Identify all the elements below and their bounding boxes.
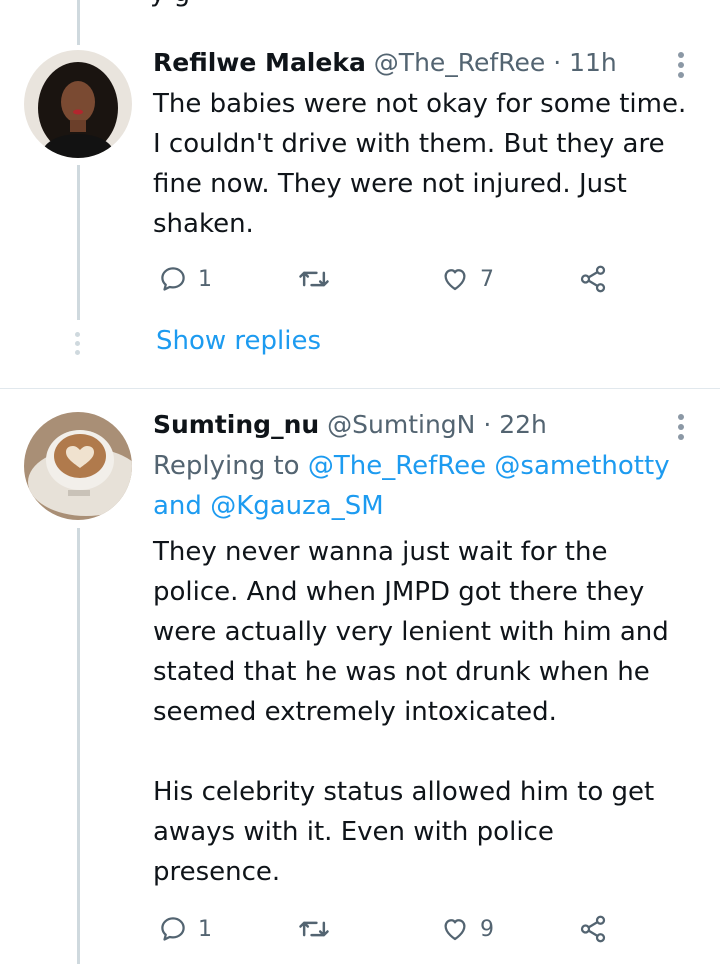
text-line: were actually very lenient with him and: [153, 617, 669, 647]
share-button[interactable]: [578, 264, 608, 294]
avatar[interactable]: [24, 50, 132, 158]
reply-button[interactable]: 1: [158, 264, 212, 294]
thread-line: [77, 528, 80, 964]
avatar[interactable]: [24, 412, 132, 520]
timestamp[interactable]: · 11h: [553, 48, 617, 77]
display-name[interactable]: Refilwe Maleka: [153, 48, 366, 77]
text-line: The babies were not okay for some time.: [153, 89, 687, 119]
handle[interactable]: @The_RefRee: [374, 48, 545, 77]
reply-button[interactable]: 1: [158, 914, 212, 944]
heart-icon: [444, 269, 466, 291]
show-replies-link[interactable]: Show replies: [156, 326, 321, 356]
mention-link[interactable]: @The_RefRee: [308, 451, 486, 481]
reply-icon: [161, 267, 185, 291]
clipped-previous-text: y g: [150, 0, 190, 8]
reply-count: 1: [198, 916, 212, 942]
like-count: 9: [480, 916, 494, 942]
share-icon: [580, 915, 606, 943]
thread-gap-dots: [73, 332, 81, 359]
mention-link[interactable]: @Kgauza_SM: [210, 491, 383, 521]
text-line: presence.: [153, 857, 281, 887]
timestamp[interactable]: · 22h: [483, 410, 547, 439]
text-line: I couldn't drive with them. But they are: [153, 129, 665, 159]
display-name[interactable]: Sumting_nu: [153, 410, 319, 439]
thread-line: [77, 0, 80, 45]
share-button[interactable]: [578, 914, 608, 944]
tweet-header: Sumting_nu @SumtingN · 22h: [153, 410, 547, 440]
mention-link[interactable]: @samethotty: [494, 451, 669, 481]
replying-label: Replying to: [153, 451, 300, 481]
text-line: His celebrity status allowed him to get: [153, 777, 655, 807]
reply-icon: [161, 917, 185, 941]
text-line: shaken.: [153, 209, 254, 239]
more-options-icon[interactable]: [676, 52, 686, 82]
like-count: 7: [480, 266, 494, 292]
text-line: They never wanna just wait for the: [153, 537, 608, 567]
tweet-text: They never wanna just wait for the polic…: [153, 532, 698, 892]
retweet-icon: [299, 921, 329, 937]
tweet-text: The babies were not okay for some time. …: [153, 84, 698, 244]
text-line: [153, 732, 698, 772]
text-line: fine now. They were not injured. Just: [153, 169, 627, 199]
retweet-button[interactable]: [298, 264, 330, 294]
reply-count: 1: [198, 266, 212, 292]
more-options-icon[interactable]: [676, 414, 686, 444]
like-button[interactable]: 7: [440, 264, 494, 294]
text-line: aways with it. Even with police: [153, 817, 554, 847]
handle[interactable]: @SumtingN: [327, 410, 475, 439]
retweet-icon: [299, 271, 329, 287]
heart-icon: [444, 919, 466, 941]
divider: [0, 388, 720, 389]
share-icon: [580, 265, 606, 293]
retweet-button[interactable]: [298, 914, 330, 944]
thread-line: [77, 165, 80, 320]
text-line: stated that he was not drunk when he: [153, 657, 650, 687]
tweet-header: Refilwe Maleka @The_RefRee · 11h: [153, 48, 617, 78]
replying-to: Replying to @The_RefRee @samethotty and …: [153, 446, 698, 526]
like-button[interactable]: 9: [440, 914, 494, 944]
text-line: seemed extremely intoxicated.: [153, 697, 557, 727]
and-text: and: [153, 491, 202, 521]
text-line: police. And when JMPD got there they: [153, 577, 645, 607]
